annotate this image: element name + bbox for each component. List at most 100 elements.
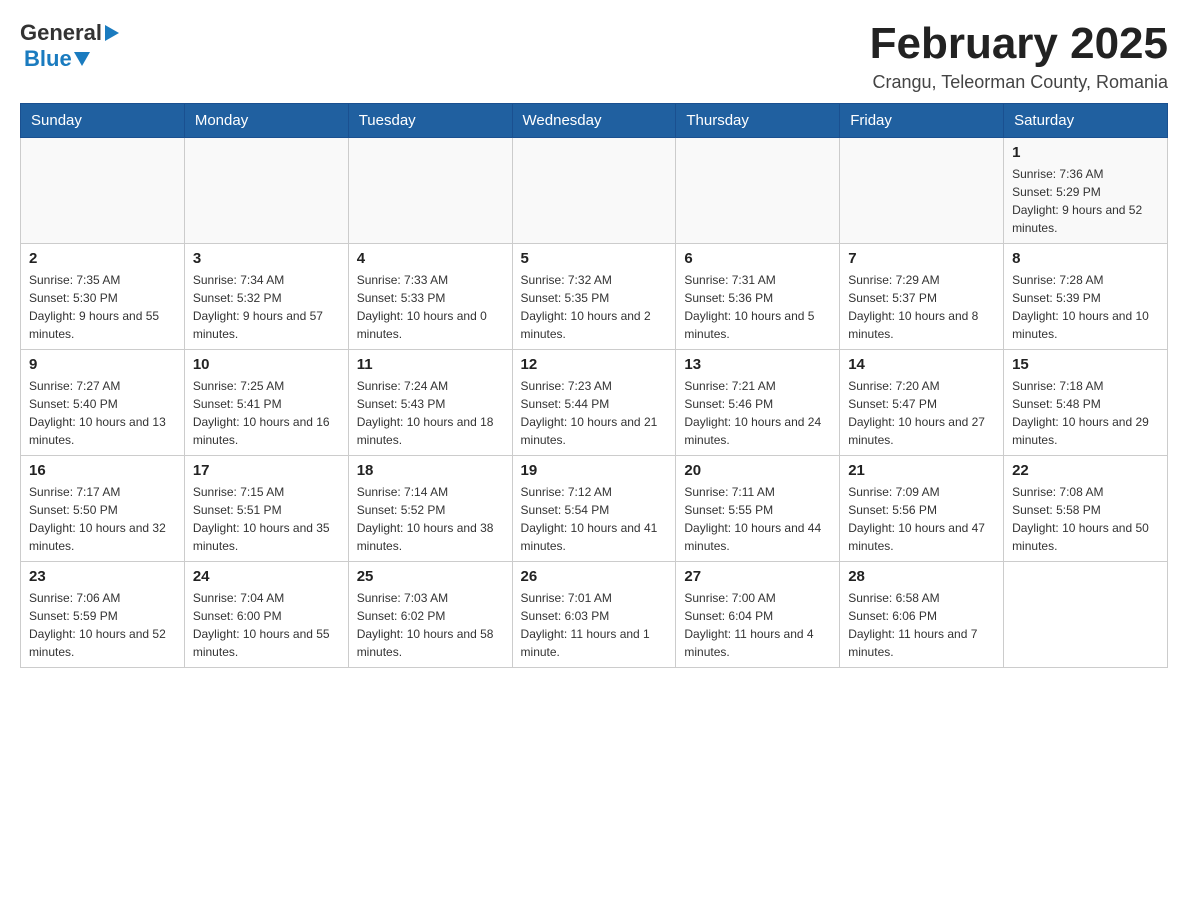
day-info: Sunrise: 7:18 AMSunset: 5:48 PMDaylight:… bbox=[1012, 377, 1159, 449]
day-info: Sunrise: 6:58 AMSunset: 6:06 PMDaylight:… bbox=[848, 589, 995, 661]
day-info: Sunrise: 7:34 AMSunset: 5:32 PMDaylight:… bbox=[193, 271, 340, 343]
calendar-cell: 24 Sunrise: 7:04 AMSunset: 6:00 PMDayligh… bbox=[184, 562, 348, 668]
weekday-header-friday: Friday bbox=[840, 104, 1004, 138]
calendar-cell: 19Sunrise: 7:12 AMSunset: 5:54 PMDayligh… bbox=[512, 456, 676, 562]
day-number: 15 bbox=[1012, 356, 1159, 373]
day-number: 14 bbox=[848, 356, 995, 373]
day-info: Sunrise: 7:20 AMSunset: 5:47 PMDaylight:… bbox=[848, 377, 995, 449]
calendar-table: SundayMondayTuesdayWednesdayThursdayFrid… bbox=[20, 103, 1168, 668]
calendar-cell bbox=[21, 138, 185, 244]
page-header: General Blue February 2025 Crangu, Teleo… bbox=[20, 20, 1168, 93]
calendar-cell: 17Sunrise: 7:15 AMSunset: 5:51 PMDayligh… bbox=[184, 456, 348, 562]
day-info: Sunrise: 7:09 AMSunset: 5:56 PMDaylight:… bbox=[848, 483, 995, 555]
day-number: 6 bbox=[684, 250, 831, 267]
calendar-cell: 13 Sunrise: 7:21 AMSunset: 5:46 PMDayligh… bbox=[676, 350, 840, 456]
calendar-cell: 11 Sunrise: 7:24 AMSunset: 5:43 PMDayligh… bbox=[348, 350, 512, 456]
weekday-header-thursday: Thursday bbox=[676, 104, 840, 138]
day-number: 4 bbox=[357, 250, 504, 267]
day-number: 1 bbox=[1012, 144, 1159, 161]
month-title: February 2025 bbox=[870, 20, 1168, 68]
day-info: Sunrise: 7:14 AMSunset: 5:52 PMDaylight:… bbox=[357, 483, 504, 555]
calendar-week-row: 2 Sunrise: 7:35 AMSunset: 5:30 PMDaylight… bbox=[21, 244, 1168, 350]
day-number: 11 bbox=[357, 356, 504, 373]
day-info: Sunrise: 7:28 AMSunset: 5:39 PMDaylight:… bbox=[1012, 271, 1159, 343]
day-number: 10 bbox=[193, 356, 340, 373]
day-info: Sunrise: 7:06 AMSunset: 5:59 PMDaylight:… bbox=[29, 589, 176, 661]
title-section: February 2025 Crangu, Teleorman County, … bbox=[870, 20, 1168, 93]
day-info: Sunrise: 7:01 AMSunset: 6:03 PMDaylight:… bbox=[521, 589, 668, 661]
day-info: Sunrise: 7:00 AMSunset: 6:04 PMDaylight:… bbox=[684, 589, 831, 661]
day-number: 19 bbox=[521, 462, 668, 479]
calendar-week-row: 16 Sunrise: 7:17 AMSunset: 5:50 PMDayligh… bbox=[21, 456, 1168, 562]
calendar-cell bbox=[184, 138, 348, 244]
day-info: Sunrise: 7:31 AMSunset: 5:36 PMDaylight:… bbox=[684, 271, 831, 343]
weekday-header-sunday: Sunday bbox=[21, 104, 185, 138]
day-number: 26 bbox=[521, 568, 668, 585]
day-info: Sunrise: 7:15 AMSunset: 5:51 PMDaylight:… bbox=[193, 483, 340, 555]
calendar-cell: 26 Sunrise: 7:01 AMSunset: 6:03 PMDayligh… bbox=[512, 562, 676, 668]
day-number: 24 bbox=[193, 568, 340, 585]
day-info: Sunrise: 7:21 AMSunset: 5:46 PMDaylight:… bbox=[684, 377, 831, 449]
day-number: 12 bbox=[521, 356, 668, 373]
day-info: Sunrise: 7:23 AMSunset: 5:44 PMDaylight:… bbox=[521, 377, 668, 449]
calendar-cell: 10 Sunrise: 7:25 AMSunset: 5:41 PMDayligh… bbox=[184, 350, 348, 456]
calendar-week-row: 9 Sunrise: 7:27 AMSunset: 5:40 PMDaylight… bbox=[21, 350, 1168, 456]
calendar-cell: 25 Sunrise: 7:03 AMSunset: 6:02 PMDayligh… bbox=[348, 562, 512, 668]
day-number: 16 bbox=[29, 462, 176, 479]
day-number: 13 bbox=[684, 356, 831, 373]
calendar-cell: 6 Sunrise: 7:31 AMSunset: 5:36 PMDaylight… bbox=[676, 244, 840, 350]
logo-triangle-icon bbox=[74, 52, 90, 66]
calendar-cell: 12 Sunrise: 7:23 AMSunset: 5:44 PMDayligh… bbox=[512, 350, 676, 456]
calendar-cell: 4Sunrise: 7:33 AMSunset: 5:33 PMDaylight… bbox=[348, 244, 512, 350]
calendar-cell: 20 Sunrise: 7:11 AMSunset: 5:55 PMDayligh… bbox=[676, 456, 840, 562]
day-number: 18 bbox=[357, 462, 504, 479]
calendar-cell: 23 Sunrise: 7:06 AMSunset: 5:59 PMDayligh… bbox=[21, 562, 185, 668]
day-number: 20 bbox=[684, 462, 831, 479]
day-number: 28 bbox=[848, 568, 995, 585]
calendar-cell: 14 Sunrise: 7:20 AMSunset: 5:47 PMDayligh… bbox=[840, 350, 1004, 456]
calendar-cell: 28 Sunrise: 6:58 AMSunset: 6:06 PMDayligh… bbox=[840, 562, 1004, 668]
day-info: Sunrise: 7:32 AMSunset: 5:35 PMDaylight:… bbox=[521, 271, 668, 343]
logo-blue: Blue bbox=[24, 46, 72, 72]
day-info: Sunrise: 7:11 AMSunset: 5:55 PMDaylight:… bbox=[684, 483, 831, 555]
location-label: Crangu, Teleorman County, Romania bbox=[870, 72, 1168, 93]
weekday-header-tuesday: Tuesday bbox=[348, 104, 512, 138]
day-info: Sunrise: 7:04 AMSunset: 6:00 PMDaylight:… bbox=[193, 589, 340, 661]
calendar-cell: 15 Sunrise: 7:18 AMSunset: 5:48 PMDayligh… bbox=[1004, 350, 1168, 456]
day-number: 21 bbox=[848, 462, 995, 479]
calendar-cell: 27 Sunrise: 7:00 AMSunset: 6:04 PMDayligh… bbox=[676, 562, 840, 668]
weekday-header-wednesday: Wednesday bbox=[512, 104, 676, 138]
calendar-cell: 5 Sunrise: 7:32 AMSunset: 5:35 PMDaylight… bbox=[512, 244, 676, 350]
day-number: 27 bbox=[684, 568, 831, 585]
calendar-cell: 3 Sunrise: 7:34 AMSunset: 5:32 PMDaylight… bbox=[184, 244, 348, 350]
calendar-cell: 21 Sunrise: 7:09 AMSunset: 5:56 PMDayligh… bbox=[840, 456, 1004, 562]
day-info: Sunrise: 7:29 AMSunset: 5:37 PMDaylight:… bbox=[848, 271, 995, 343]
calendar-week-row: 1Sunrise: 7:36 AMSunset: 5:29 PMDaylight… bbox=[21, 138, 1168, 244]
weekday-header-saturday: Saturday bbox=[1004, 104, 1168, 138]
calendar-cell bbox=[512, 138, 676, 244]
calendar-cell: 22Sunrise: 7:08 AMSunset: 5:58 PMDayligh… bbox=[1004, 456, 1168, 562]
day-number: 23 bbox=[29, 568, 176, 585]
day-info: Sunrise: 7:08 AMSunset: 5:58 PMDaylight:… bbox=[1012, 483, 1159, 555]
logo-arrow-icon bbox=[105, 25, 119, 41]
day-info: Sunrise: 7:03 AMSunset: 6:02 PMDaylight:… bbox=[357, 589, 504, 661]
day-number: 25 bbox=[357, 568, 504, 585]
day-number: 2 bbox=[29, 250, 176, 267]
weekday-header-monday: Monday bbox=[184, 104, 348, 138]
day-info: Sunrise: 7:35 AMSunset: 5:30 PMDaylight:… bbox=[29, 271, 176, 343]
calendar-cell: 1Sunrise: 7:36 AMSunset: 5:29 PMDaylight… bbox=[1004, 138, 1168, 244]
calendar-cell: 2 Sunrise: 7:35 AMSunset: 5:30 PMDaylight… bbox=[21, 244, 185, 350]
logo: General Blue bbox=[20, 20, 119, 72]
logo-general: General bbox=[20, 20, 102, 46]
day-info: Sunrise: 7:17 AMSunset: 5:50 PMDaylight:… bbox=[29, 483, 176, 555]
calendar-cell: 16 Sunrise: 7:17 AMSunset: 5:50 PMDayligh… bbox=[21, 456, 185, 562]
day-number: 3 bbox=[193, 250, 340, 267]
day-number: 5 bbox=[521, 250, 668, 267]
calendar-cell bbox=[840, 138, 1004, 244]
day-info: Sunrise: 7:25 AMSunset: 5:41 PMDaylight:… bbox=[193, 377, 340, 449]
day-info: Sunrise: 7:24 AMSunset: 5:43 PMDaylight:… bbox=[357, 377, 504, 449]
day-info: Sunrise: 7:27 AMSunset: 5:40 PMDaylight:… bbox=[29, 377, 176, 449]
calendar-cell bbox=[348, 138, 512, 244]
day-number: 9 bbox=[29, 356, 176, 373]
calendar-cell: 9 Sunrise: 7:27 AMSunset: 5:40 PMDaylight… bbox=[21, 350, 185, 456]
